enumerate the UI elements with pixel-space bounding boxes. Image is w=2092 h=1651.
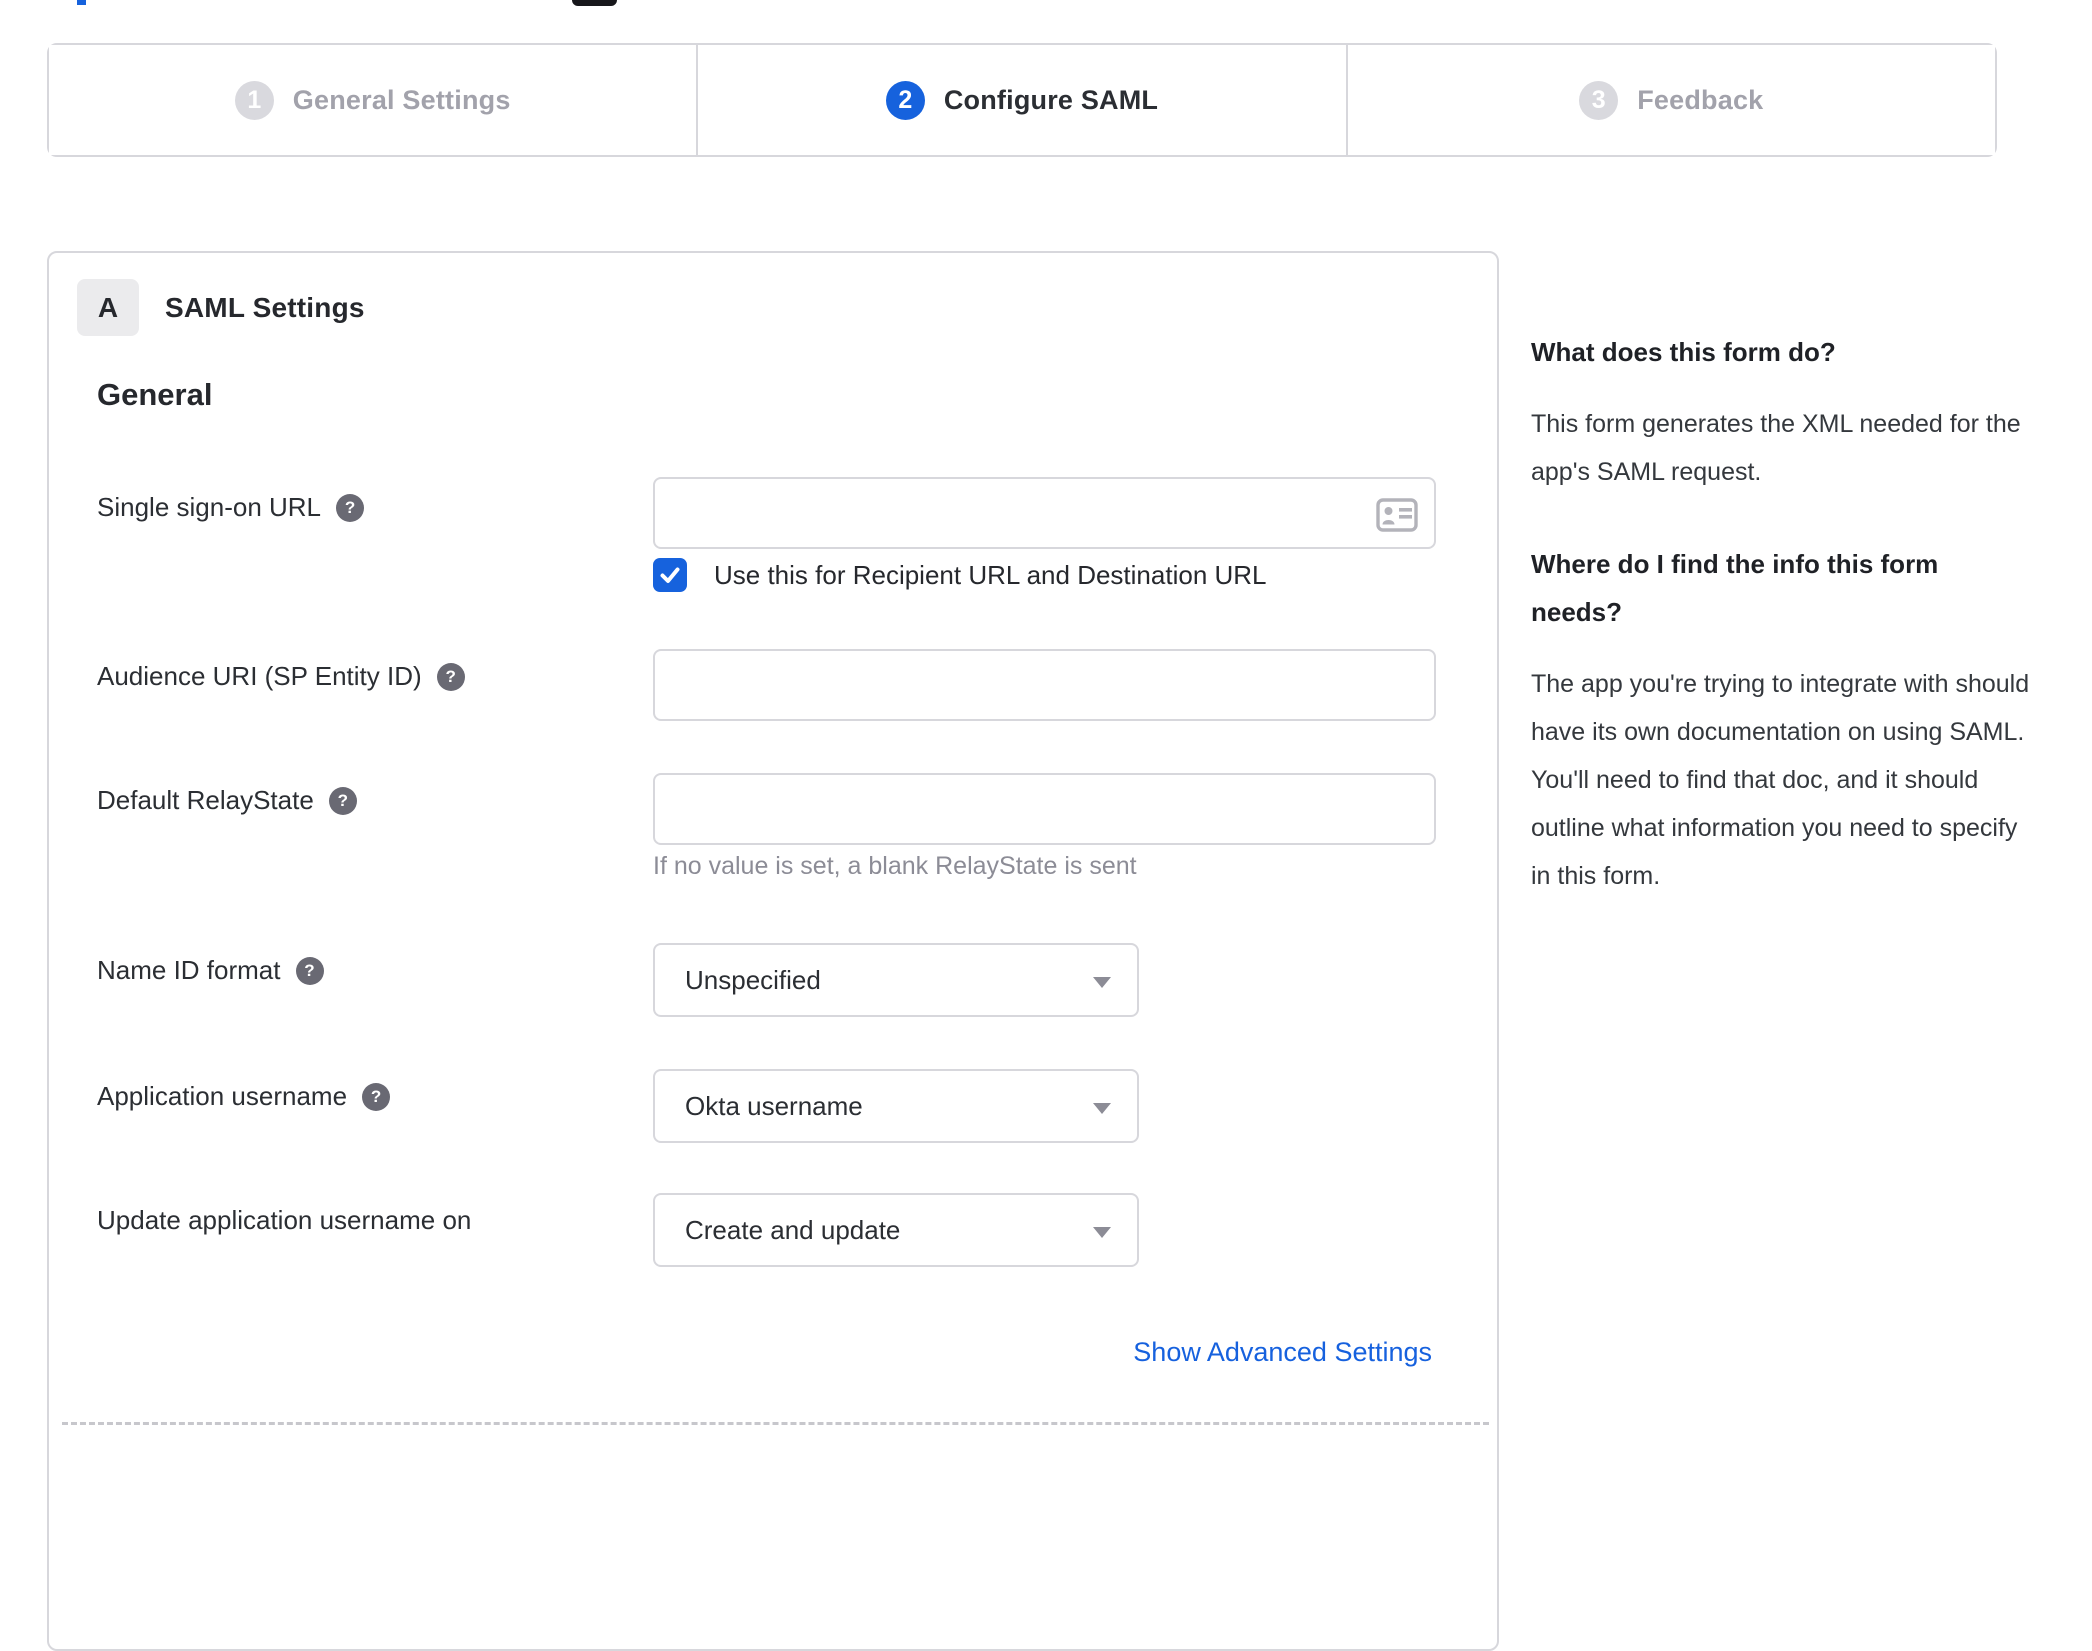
step-3-number-badge: 3 (1579, 80, 1619, 120)
help-icon[interactable]: ? (336, 493, 365, 522)
general-group-heading: General (97, 377, 213, 412)
relaystate-hint: If no value is set, a blank RelayState i… (653, 852, 1137, 880)
step-1-label: General Settings (292, 84, 511, 115)
cutoff-app-logo-fragment (572, 0, 617, 6)
saml-settings-panel: A SAML Settings General Single sign-on U… (47, 251, 1499, 1651)
dashed-divider (62, 1422, 1489, 1425)
step-feedback[interactable]: 3 Feedback (1345, 45, 1995, 155)
wizard-stepper: 1 General Settings 2 Configure SAML 3 Fe… (47, 43, 1997, 157)
sidebar-question-1: What does this form do? (1531, 337, 1836, 367)
show-advanced-settings-link[interactable]: Show Advanced Settings (1133, 1337, 1432, 1368)
name-id-format-select[interactable]: Unspecified (653, 943, 1139, 1017)
chevron-down-icon (1093, 1103, 1111, 1114)
help-icon[interactable]: ? (295, 956, 324, 985)
application-username-select[interactable]: Okta username (653, 1069, 1139, 1143)
step-1-number-badge: 1 (234, 80, 274, 120)
step-2-label: Configure SAML (943, 84, 1159, 115)
chevron-down-icon (1093, 1227, 1111, 1238)
name-id-format-label: Name ID format ? (97, 955, 324, 986)
step-2-number-badge: 2 (885, 80, 925, 120)
step-configure-saml[interactable]: 2 Configure SAML (696, 45, 1346, 155)
update-application-username-label: Update application username on (97, 1205, 472, 1235)
audience-uri-label: Audience URI (SP Entity ID) ? (97, 661, 465, 692)
audience-uri-input[interactable] (653, 649, 1436, 721)
recipient-url-checkbox[interactable] (653, 558, 687, 592)
sidebar-question-2: Where do I find the info this form needs… (1531, 549, 1939, 627)
address-card-icon[interactable] (1376, 498, 1418, 532)
application-username-label: Application username ? (97, 1081, 391, 1112)
section-a-badge: A (77, 279, 139, 336)
help-sidebar: What does this form do? This form genera… (1531, 328, 2031, 900)
default-relaystate-input[interactable] (653, 773, 1436, 845)
step-general-settings[interactable]: 1 General Settings (49, 45, 697, 155)
panel-title: SAML Settings (165, 292, 365, 323)
step-3-label: Feedback (1637, 84, 1764, 115)
help-icon[interactable]: ? (436, 662, 465, 691)
update-application-username-select[interactable]: Create and update (653, 1193, 1139, 1267)
sidebar-answer-2: The app you're trying to integrate with … (1531, 670, 2030, 890)
sidebar-answer-1: This form generates the XML needed for t… (1531, 410, 2021, 486)
help-icon[interactable]: ? (362, 1082, 391, 1111)
cutoff-blue-fragment (77, 0, 86, 5)
default-relaystate-label: Default RelayState ? (97, 785, 357, 816)
single-sign-on-url-input[interactable] (653, 477, 1436, 549)
chevron-down-icon (1093, 977, 1111, 988)
recipient-url-checkbox-label[interactable]: Use this for Recipient URL and Destinati… (714, 560, 1267, 591)
single-sign-on-url-label: Single sign-on URL ? (97, 492, 365, 523)
help-icon[interactable]: ? (328, 786, 357, 815)
recipient-url-checkbox-row: Use this for Recipient URL and Destinati… (653, 558, 1267, 592)
